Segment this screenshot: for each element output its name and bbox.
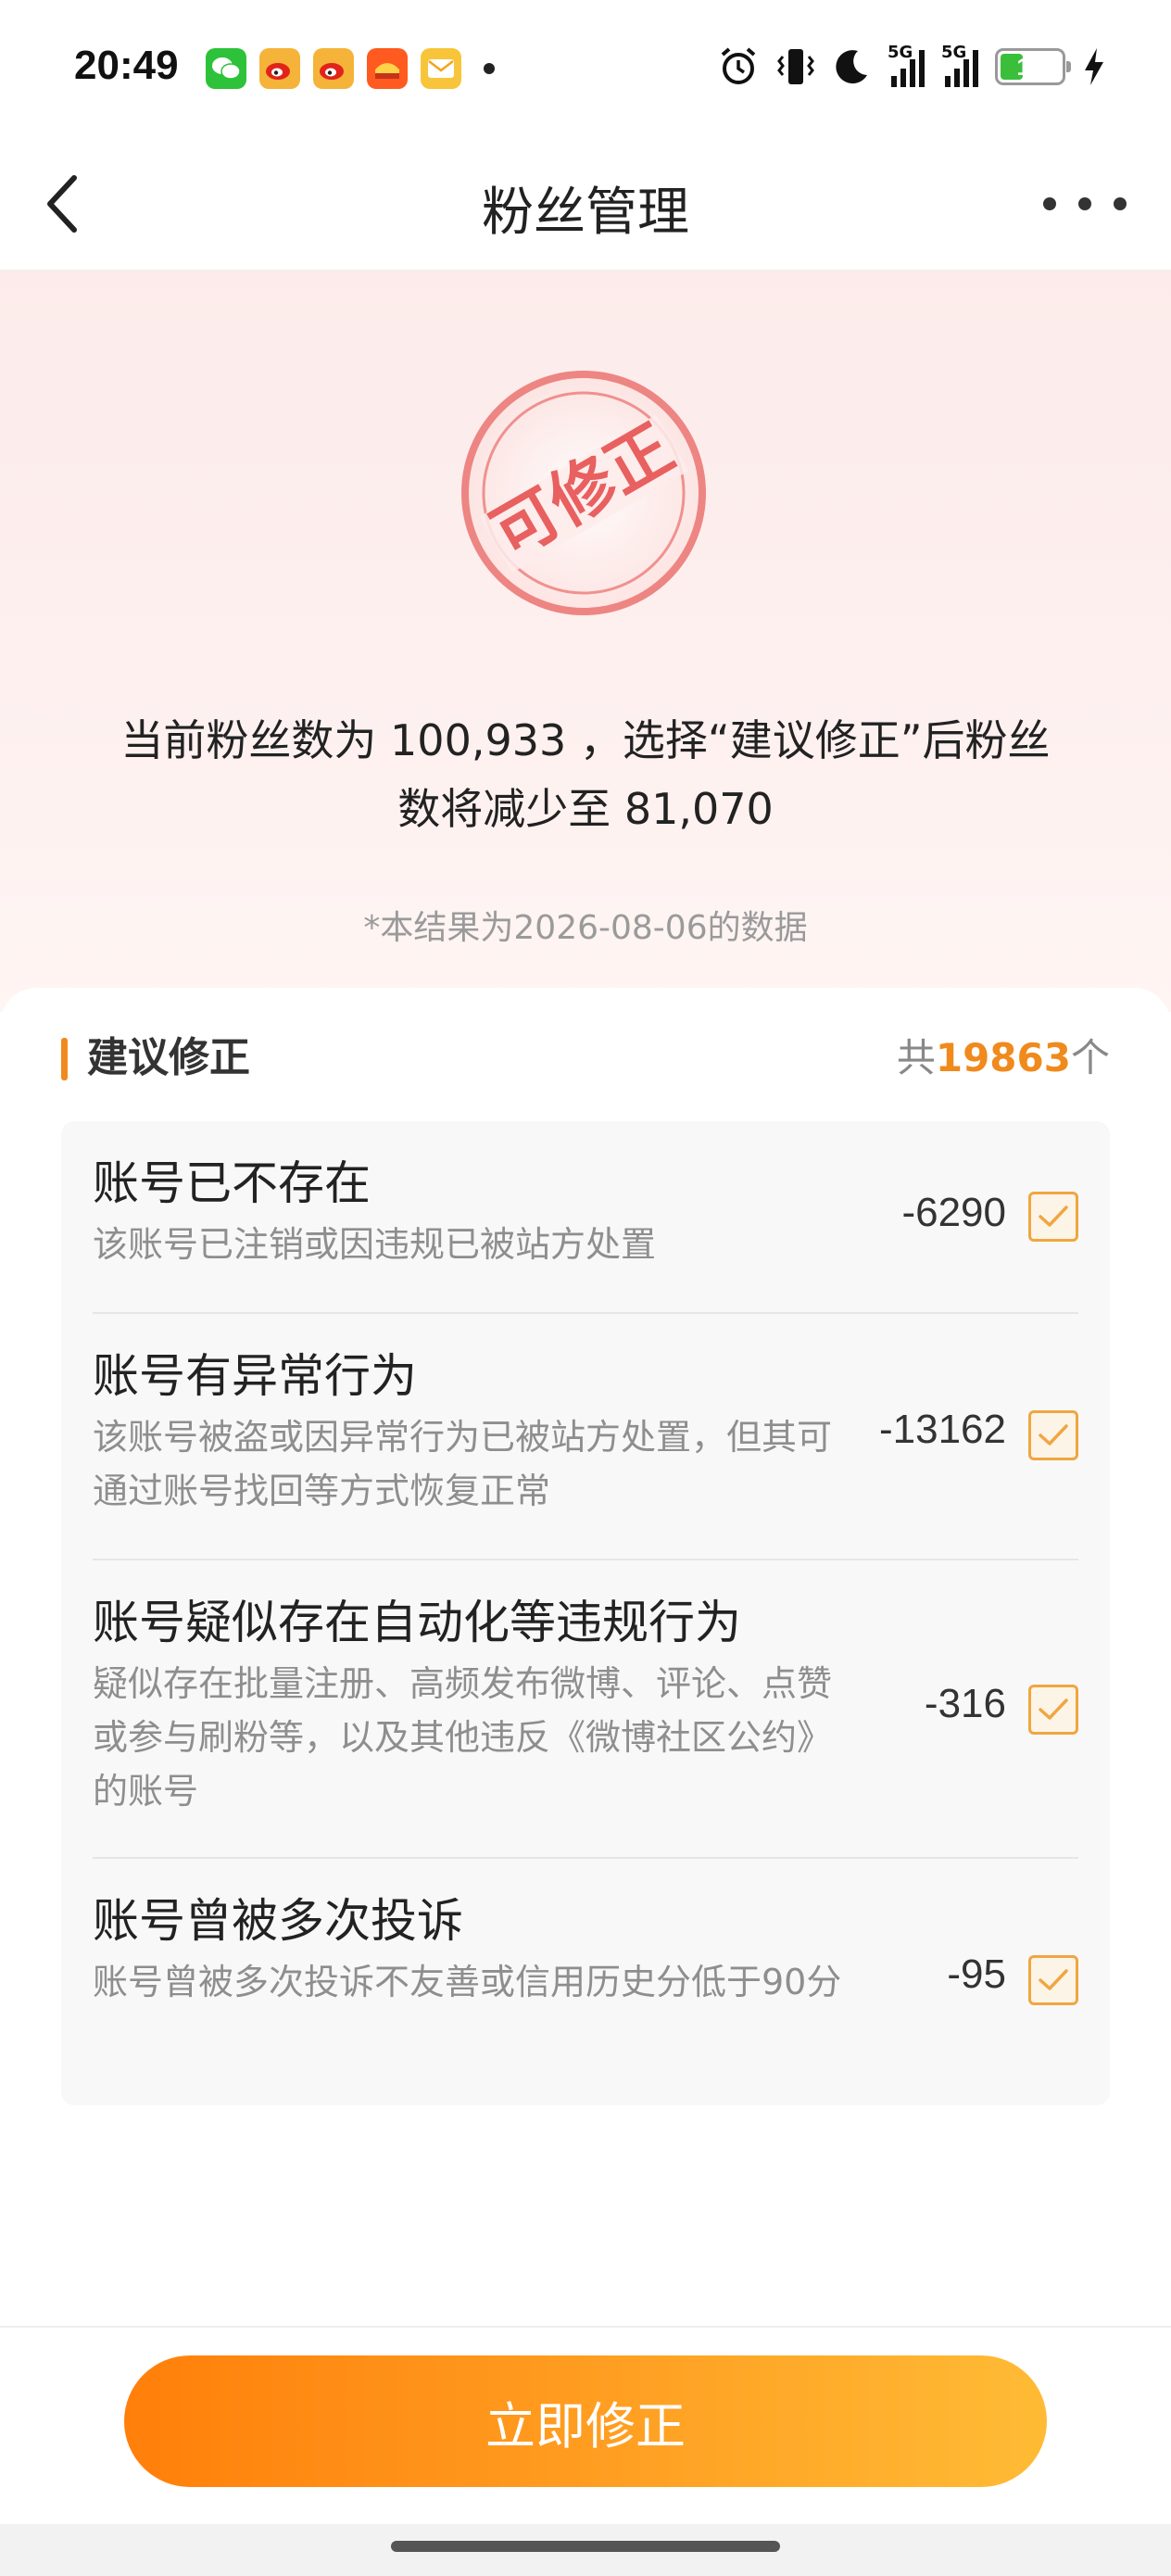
item-value: -316 xyxy=(924,1681,1006,1726)
checkmark-icon xyxy=(1039,1424,1068,1446)
item-checkbox[interactable] xyxy=(1028,1685,1078,1735)
item-value: -13162 xyxy=(878,1407,1006,1452)
weibo-icon xyxy=(259,48,300,89)
alarm-icon xyxy=(717,44,760,89)
suggestion-count: 共19863个 xyxy=(896,1035,1110,1080)
item-value: -6290 xyxy=(901,1190,1006,1235)
item-title: 账号疑似存在自动化等违规行为 xyxy=(93,1596,741,1649)
status-time: 20:49 xyxy=(74,43,179,88)
battery-icon: 18 xyxy=(995,48,1071,85)
list-item[interactable]: 账号有异常行为 该账号被盗或因异常行为已被站方处置，但其可通过账号找回等方式恢复… xyxy=(93,1314,1078,1560)
signal-icon: 5G xyxy=(888,43,925,87)
section-accent-bar xyxy=(61,1038,68,1080)
nav-bar: 粉丝管理 xyxy=(0,139,1171,271)
moon-icon xyxy=(832,44,871,89)
page-title: 粉丝管理 xyxy=(482,183,689,243)
vibrate-icon xyxy=(776,44,815,89)
more-options-button[interactable] xyxy=(1043,176,1127,232)
suggestion-card: 建议修正 共19863个 账号已不存在 该账号已注销或因违规已被站方处置 -62… xyxy=(0,988,1171,2331)
dot-icon xyxy=(1078,197,1091,210)
system-icons: 5G 5G 18 xyxy=(717,43,1106,89)
charging-icon xyxy=(1082,44,1106,89)
checkmark-icon xyxy=(1039,1206,1068,1227)
taobao-icon xyxy=(367,48,408,89)
list-item[interactable]: 账号曾被多次投诉 账号曾被多次投诉不友善或信用历史分低于90分 -95 xyxy=(93,1859,1078,2105)
dot-icon xyxy=(1114,197,1127,210)
wechat-icon xyxy=(206,48,246,89)
item-description: 账号曾被多次投诉不友善或信用历史分低于90分 xyxy=(93,1962,842,2002)
section-title: 建议修正 xyxy=(87,1034,250,1081)
list-item[interactable]: 账号已不存在 该账号已注销或因违规已被站方处置 -6290 xyxy=(93,1121,1078,1314)
suggestion-list: 账号已不存在 该账号已注销或因违规已被站方处置 -6290 账号有异常行为 该账… xyxy=(61,1121,1110,2105)
bottom-action-bar: 立即修正 xyxy=(0,2326,1171,2524)
summary-line-1: 当前粉丝数为 100,933 ，选择“建议修正”后粉丝 xyxy=(120,715,1051,765)
notification-icons xyxy=(206,48,495,89)
item-description: 疑似存在批量注册、高频发布微博、评论、点赞或参与刷粉等，以及其他违反《微博社区公… xyxy=(93,1663,833,1812)
correctable-stamp-icon: 可修正 xyxy=(461,371,706,615)
signal-icon: 5G xyxy=(941,43,978,87)
item-description: 该账号被盗或因异常行为已被站方处置，但其可通过账号找回等方式恢复正常 xyxy=(93,1417,833,1511)
list-item[interactable]: 账号疑似存在自动化等违规行为 疑似存在批量注册、高频发布微博、评论、点赞或参与刷… xyxy=(93,1560,1078,1859)
checkmark-icon xyxy=(1039,1969,1068,1990)
item-checkbox[interactable] xyxy=(1028,1192,1078,1242)
item-title: 账号已不存在 xyxy=(93,1156,371,1210)
fans-summary: 当前粉丝数为 100,933 ，选择“建议修正”后粉丝 数将减少至 81,070 xyxy=(83,706,1088,843)
item-title: 账号曾被多次投诉 xyxy=(93,1894,463,1948)
summary-line-2: 数将减少至 81,070 xyxy=(397,784,774,834)
weibo-icon xyxy=(313,48,354,89)
dot-icon xyxy=(1043,197,1056,210)
status-bar: 20:49 5G 5G 18 xyxy=(0,0,1171,139)
item-description: 该账号已注销或因违规已被站方处置 xyxy=(93,1224,657,1265)
section-header: 建议修正 共19863个 xyxy=(61,1030,1110,1086)
home-indicator[interactable] xyxy=(391,2541,780,2552)
checkmark-icon xyxy=(1039,1698,1068,1720)
item-checkbox[interactable] xyxy=(1028,1955,1078,2005)
data-date-note: *本结果为2026-08-06的数据 xyxy=(363,909,808,947)
more-notifications-dot xyxy=(484,63,495,74)
fix-now-button[interactable]: 立即修正 xyxy=(124,2355,1047,2487)
item-title: 账号有异常行为 xyxy=(93,1349,417,1403)
summary-hero: 可修正 当前粉丝数为 100,933 ，选择“建议修正”后粉丝 数将减少至 81… xyxy=(0,271,1171,1012)
item-value: -95 xyxy=(947,1951,1006,1997)
item-checkbox[interactable] xyxy=(1028,1410,1078,1460)
mail-icon xyxy=(421,48,461,89)
